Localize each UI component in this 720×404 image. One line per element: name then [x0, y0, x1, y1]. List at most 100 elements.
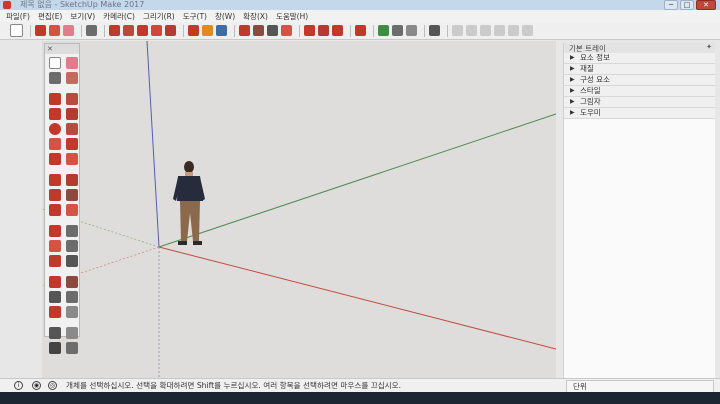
- select-arrow-icon[interactable]: [10, 24, 23, 37]
- 3d-text-icon[interactable]: [66, 255, 78, 267]
- section-plane-icon[interactable]: [66, 342, 78, 354]
- rotate-icon[interactable]: [49, 189, 61, 201]
- maximize-button[interactable]: □: [680, 0, 694, 10]
- zoom-icon[interactable]: [267, 25, 278, 36]
- section-icon[interactable]: [429, 25, 440, 36]
- arc-icon[interactable]: [49, 138, 61, 150]
- two-point-arc-icon[interactable]: [66, 138, 78, 150]
- expand-arrow-icon: ▶: [570, 54, 575, 61]
- paint-bucket-icon[interactable]: [49, 72, 61, 84]
- offset-icon[interactable]: [66, 204, 78, 216]
- model-viewport[interactable]: [42, 41, 556, 378]
- palette-close-icon[interactable]: ✕: [47, 45, 53, 53]
- tape-measure-icon[interactable]: [49, 225, 61, 237]
- view-front-icon[interactable]: [480, 25, 491, 36]
- look-around-icon[interactable]: [49, 342, 61, 354]
- palette-header[interactable]: ✕: [45, 44, 79, 54]
- toolbar-separator: [234, 24, 235, 37]
- select-icon[interactable]: [49, 57, 61, 69]
- tray-item-instructor[interactable]: ▶ 도우미: [564, 108, 715, 119]
- view-left-icon[interactable]: [522, 25, 533, 36]
- share-icon[interactable]: [332, 25, 343, 36]
- eraser-icon[interactable]: [66, 57, 78, 69]
- rotate-icon[interactable]: [137, 25, 148, 36]
- previous-view-icon[interactable]: [66, 306, 78, 318]
- polygon-icon[interactable]: [66, 123, 78, 135]
- pan-icon[interactable]: [66, 276, 78, 288]
- window-controls: ─ □ ✕: [664, 0, 716, 10]
- menu-tools[interactable]: 도구(T): [183, 11, 207, 22]
- scale-icon[interactable]: [165, 25, 176, 36]
- orbit-icon[interactable]: [49, 276, 61, 288]
- menu-window[interactable]: 창(W): [215, 11, 235, 22]
- axes-icon[interactable]: [49, 255, 61, 267]
- pencil-icon[interactable]: [35, 25, 46, 36]
- orbit-icon[interactable]: [239, 25, 250, 36]
- tray-item-shadows[interactable]: ▶ 그림자: [564, 97, 715, 108]
- zoom-icon[interactable]: [49, 291, 61, 303]
- three-point-arc-icon[interactable]: [49, 153, 61, 165]
- tray-item-label: 재질: [580, 64, 594, 73]
- toolbar-separator: [30, 24, 31, 37]
- view-back-icon[interactable]: [508, 25, 519, 36]
- freehand-icon[interactable]: [66, 93, 78, 105]
- sketchup-app-icon: [3, 1, 11, 9]
- menu-camera[interactable]: 카메라(C): [103, 11, 135, 22]
- component-icon[interactable]: [66, 72, 78, 84]
- pan-icon[interactable]: [253, 25, 264, 36]
- rectangle-icon[interactable]: [49, 108, 61, 120]
- extension-icon[interactable]: [318, 25, 329, 36]
- view-right-icon[interactable]: [494, 25, 505, 36]
- tray-item-entity-info[interactable]: ▶ 요소 정보: [564, 53, 715, 64]
- position-camera-icon[interactable]: [49, 327, 61, 339]
- menu-extensions[interactable]: 확장(X): [243, 11, 268, 22]
- shape-icon[interactable]: [49, 25, 60, 36]
- scale-icon[interactable]: [49, 204, 61, 216]
- menu-edit[interactable]: 편집(E): [38, 11, 62, 22]
- offset-icon[interactable]: [151, 25, 162, 36]
- menu-help[interactable]: 도움말(H): [276, 11, 308, 22]
- move-icon[interactable]: [49, 174, 61, 186]
- move-icon[interactable]: [123, 25, 134, 36]
- warehouse-icon[interactable]: [304, 25, 315, 36]
- zoom-window-icon[interactable]: [66, 291, 78, 303]
- pushpull-icon[interactable]: [66, 174, 78, 186]
- scenes-icon[interactable]: [406, 25, 417, 36]
- zoom-extents-icon[interactable]: [49, 306, 61, 318]
- camera-icon[interactable]: [378, 25, 389, 36]
- menu-view[interactable]: 보기(V): [70, 11, 95, 22]
- scale-figure[interactable]: [173, 161, 205, 245]
- view-top-icon[interactable]: [466, 25, 477, 36]
- follow-me-icon[interactable]: [66, 189, 78, 201]
- paint-icon[interactable]: [216, 25, 227, 36]
- view-iso-icon[interactable]: [452, 25, 463, 36]
- layer-icon[interactable]: [392, 25, 403, 36]
- model-info-icon[interactable]: [355, 25, 366, 36]
- tray-item-styles[interactable]: ▶ 스타일: [564, 86, 715, 97]
- rotated-rectangle-icon[interactable]: [66, 108, 78, 120]
- paint-bucket-icon[interactable]: [86, 25, 97, 36]
- tape-measure-icon[interactable]: [188, 25, 199, 36]
- protractor-icon[interactable]: [49, 240, 61, 252]
- geo-location-icon[interactable]: ◉: [32, 381, 41, 390]
- text-icon[interactable]: [202, 25, 213, 36]
- tray-item-materials[interactable]: ▶ 재질: [564, 64, 715, 75]
- credits-icon[interactable]: ◎: [48, 381, 57, 390]
- circle-icon[interactable]: [49, 123, 61, 135]
- menu-draw[interactable]: 그리기(R): [143, 11, 175, 22]
- line-icon[interactable]: [49, 93, 61, 105]
- eraser-icon[interactable]: [63, 25, 74, 36]
- dimension-icon[interactable]: [66, 225, 78, 237]
- info-circle-icon[interactable]: i: [14, 381, 23, 390]
- menu-file[interactable]: 파일(F): [6, 11, 30, 22]
- walk-icon[interactable]: [66, 327, 78, 339]
- pushpull-icon[interactable]: [109, 25, 120, 36]
- sketchup-window: 제목 없음 - SketchUp Make 2017 ─ □ ✕ 파일(F) 편…: [0, 0, 720, 404]
- minimize-button[interactable]: ─: [664, 0, 678, 10]
- pie-icon[interactable]: [66, 153, 78, 165]
- tray-item-components[interactable]: ▶ 구성 요소: [564, 75, 715, 86]
- tray-pin-icon[interactable]: ✦: [706, 43, 712, 51]
- zoom-extents-icon[interactable]: [281, 25, 292, 36]
- text-icon[interactable]: [66, 240, 78, 252]
- close-button[interactable]: ✕: [696, 0, 716, 10]
